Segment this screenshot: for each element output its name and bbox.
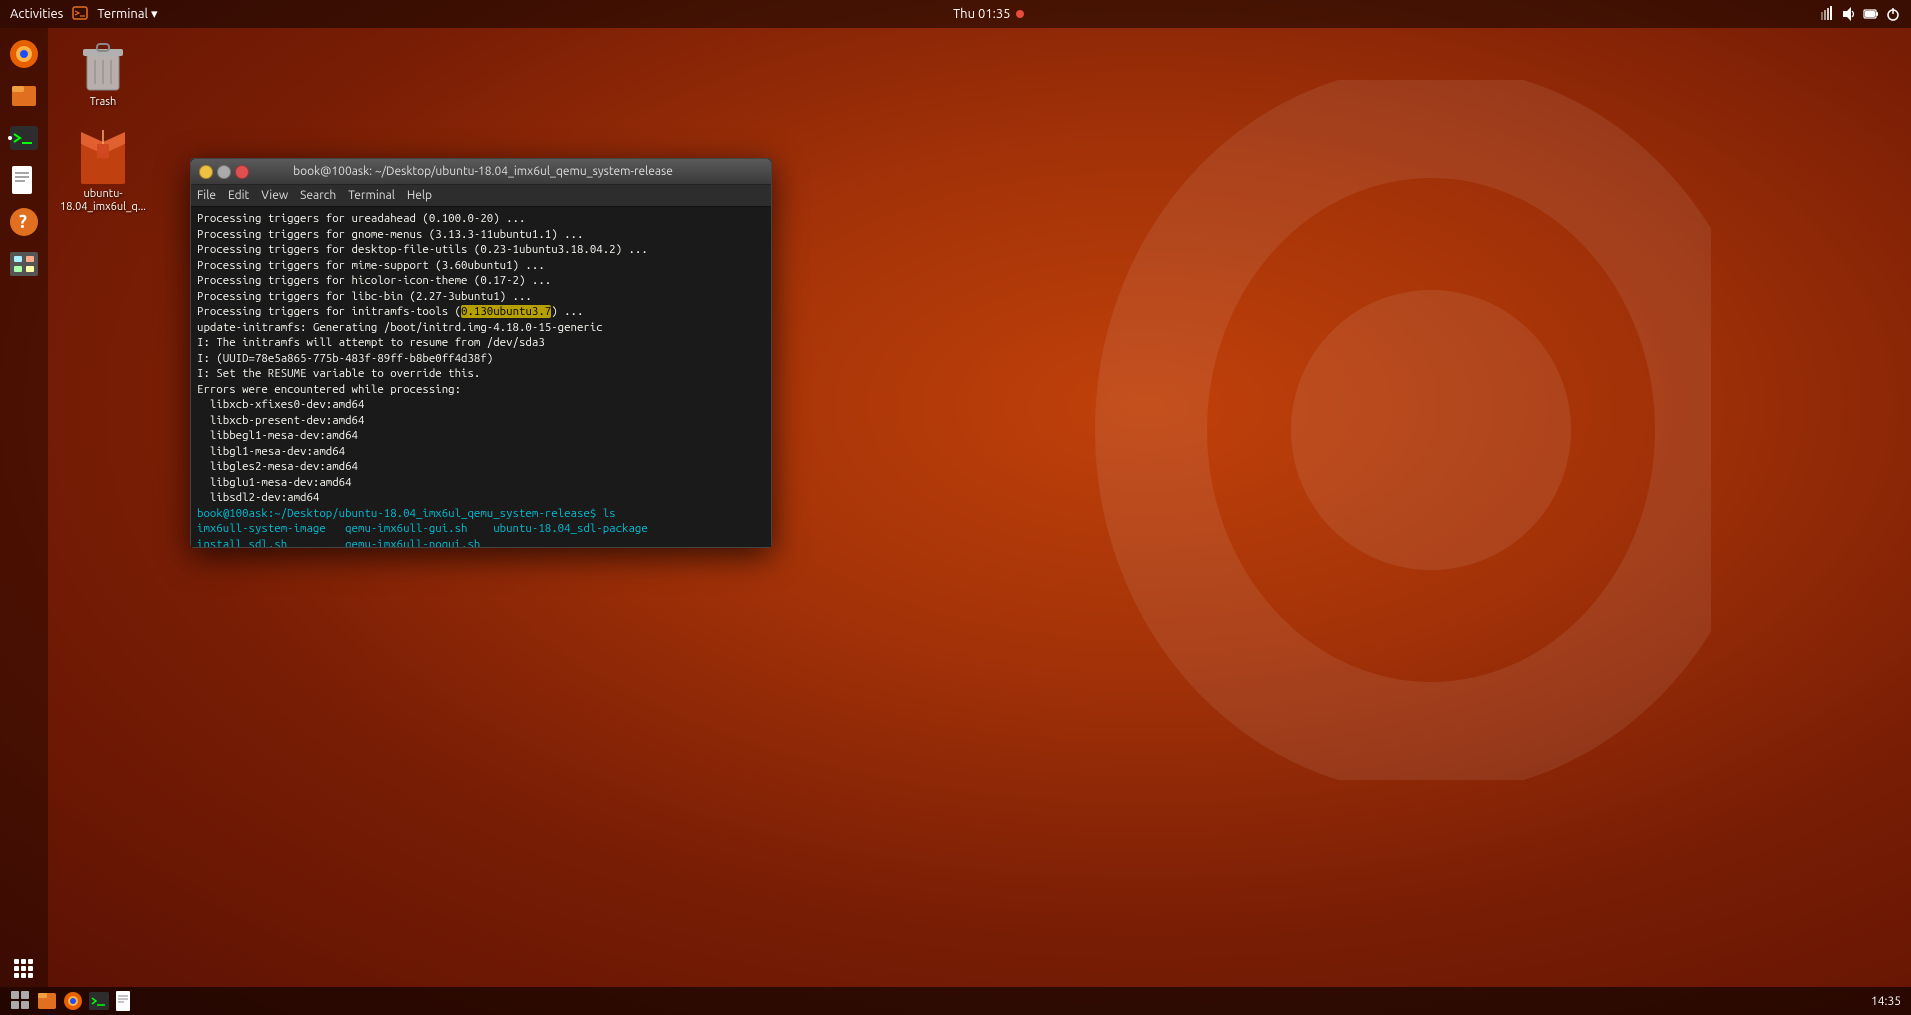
terminal-indicator (71, 4, 89, 25)
menu-help[interactable]: Help (407, 189, 432, 202)
terminal-app-menu[interactable]: Terminal ▾ (97, 7, 157, 22)
network-icon (1819, 6, 1835, 22)
menu-file[interactable]: File (197, 189, 216, 202)
file-label: ubuntu-18.04_imx6ul_q... (58, 188, 148, 214)
taskbar-apps (10, 990, 136, 1012)
activities-button[interactable]: Activities (10, 7, 63, 21)
terminal-menubar: File Edit View Search Terminal Help (191, 185, 771, 207)
close-button[interactable] (235, 165, 249, 179)
dock-icon-editor[interactable] (6, 162, 42, 198)
taskbar-files[interactable] (36, 990, 58, 1012)
taskbar-time: 14:35 (1871, 995, 1901, 1008)
trash-desktop-icon[interactable]: Trash (58, 40, 148, 109)
terminal-title: book@100ask: ~/Desktop/ubuntu-18.04_imx6… (249, 165, 717, 178)
terminal-window: book@100ask: ~/Desktop/ubuntu-18.04_imx6… (190, 158, 772, 548)
dock-icon-files[interactable] (6, 78, 42, 114)
dock-icon-terminal[interactable] (6, 120, 42, 156)
topbar-right (1819, 6, 1901, 22)
power-icon[interactable] (1885, 6, 1901, 22)
dock-icon-settings[interactable] (6, 246, 42, 282)
left-dock: ? (0, 28, 48, 987)
taskbar-browser[interactable] (62, 990, 84, 1012)
menu-edit[interactable]: Edit (228, 189, 249, 202)
grid-icon (14, 959, 34, 979)
trash-label: Trash (90, 96, 117, 109)
topbar: Activities Terminal ▾ Thu 01:35 (0, 0, 1911, 28)
svg-text:?: ? (19, 212, 27, 232)
bottom-taskbar: 14:35 (0, 987, 1911, 1015)
menu-terminal[interactable]: Terminal (348, 189, 395, 202)
taskbar-editor[interactable] (114, 990, 136, 1012)
taskbar-terminal[interactable] (88, 990, 110, 1012)
menu-search[interactable]: Search (300, 189, 336, 202)
topbar-clock: Thu 01:35 (953, 7, 1024, 21)
topbar-left: Activities Terminal ▾ (10, 4, 157, 25)
file-desktop-icon[interactable]: ubuntu-18.04_imx6ul_q... (58, 128, 148, 214)
minimize-button[interactable] (199, 165, 213, 179)
battery-icon (1863, 6, 1879, 22)
maximize-button[interactable] (217, 165, 231, 179)
trash-icon (79, 40, 127, 96)
file-icon (77, 128, 129, 188)
terminal-titlebar: book@100ask: ~/Desktop/ubuntu-18.04_imx6… (191, 159, 771, 185)
window-controls (199, 165, 249, 179)
dock-icon-apps[interactable] (6, 951, 42, 987)
terminal-content[interactable]: Processing triggers for ureadahead (0.10… (191, 207, 771, 547)
menu-view[interactable]: View (261, 189, 288, 202)
taskbar-apps-grid[interactable] (10, 990, 32, 1012)
recording-indicator (1016, 10, 1024, 18)
volume-icon (1841, 6, 1857, 22)
dock-icon-firefox[interactable] (6, 36, 42, 72)
dock-icon-help[interactable]: ? (6, 204, 42, 240)
